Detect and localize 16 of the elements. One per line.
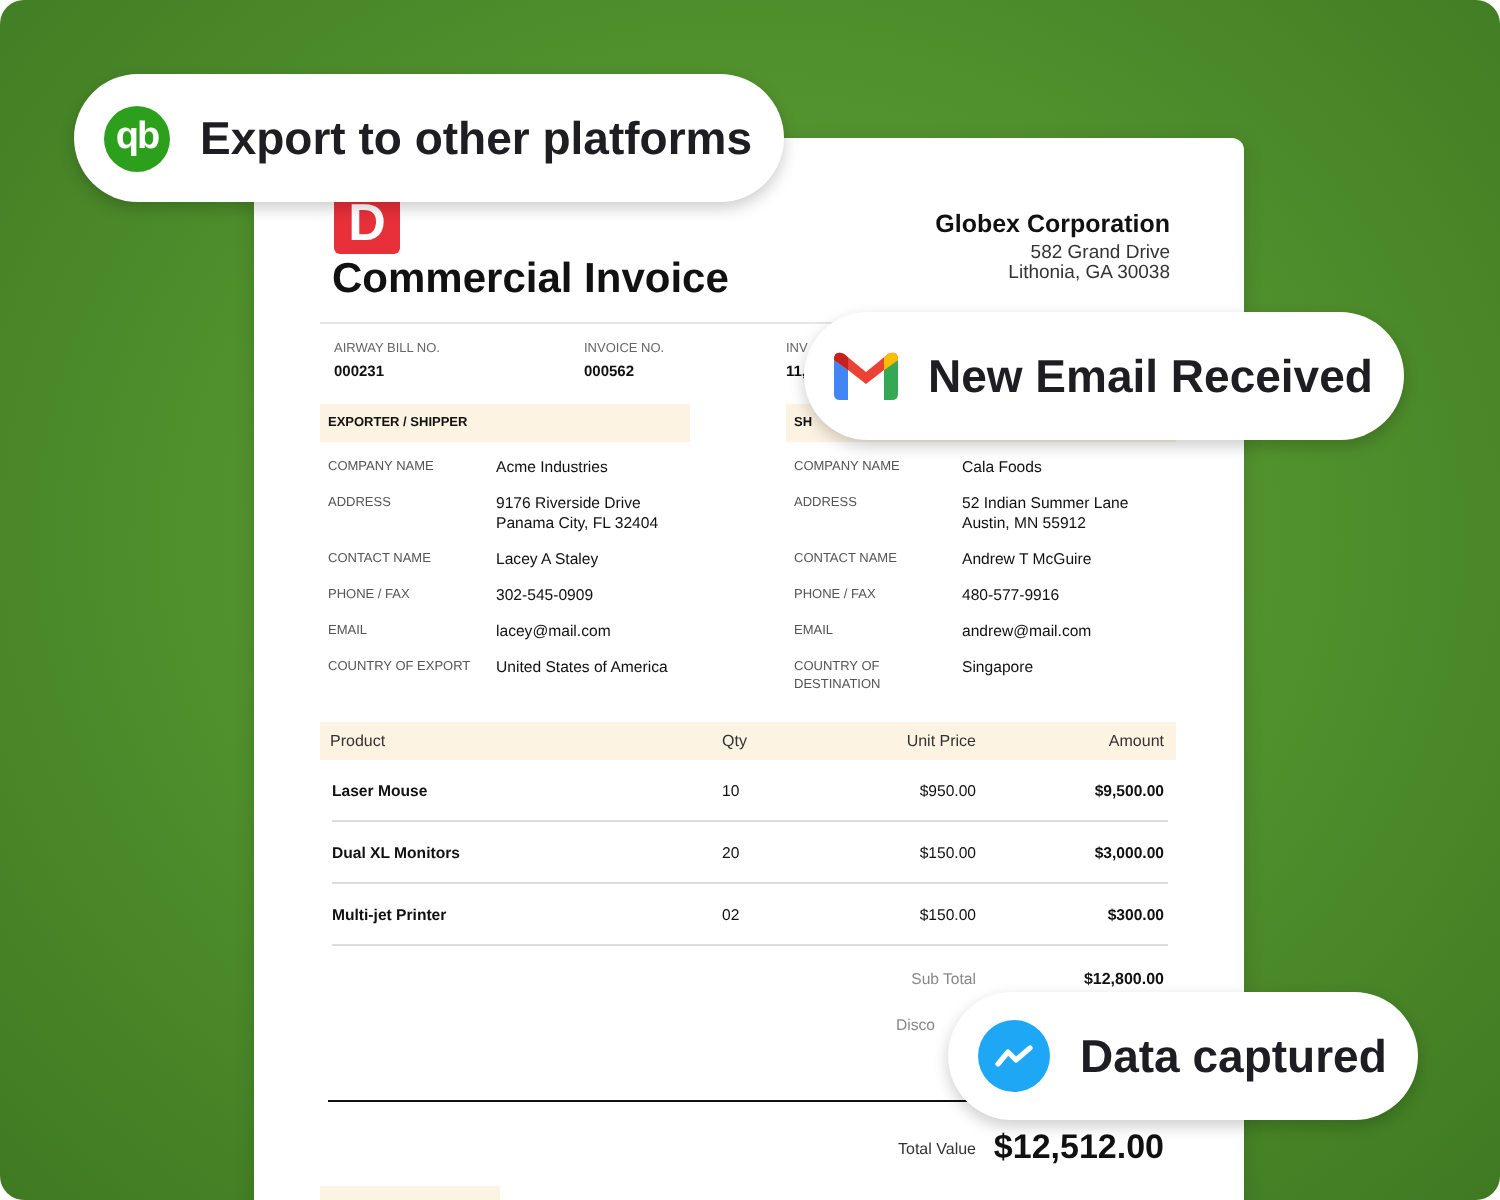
app-logo-icon: qb bbox=[104, 105, 170, 171]
total-label: Total Value bbox=[896, 1139, 976, 1157]
notification-text: Export to other platforms bbox=[200, 111, 753, 165]
column-header: Unit Price bbox=[904, 732, 976, 750]
chart-icon bbox=[978, 1020, 1050, 1092]
total-amount: $12,800.00 bbox=[1081, 970, 1164, 988]
notification-text: New Email Received bbox=[928, 349, 1373, 403]
mail-icon bbox=[834, 352, 898, 400]
grand-total: $12,512.00 bbox=[991, 1128, 1164, 1168]
column-header: Amount bbox=[1106, 732, 1164, 750]
notification-text: Data captured bbox=[1080, 1029, 1387, 1083]
company-name: Globex Corporation bbox=[935, 210, 1170, 238]
column-header: Qty bbox=[722, 732, 749, 750]
company-address: 582 Grand Drive Lithonia, GA 30038 bbox=[1006, 244, 1170, 284]
column-header: Product bbox=[330, 732, 388, 750]
invoice-title: Commercial Invoice bbox=[332, 256, 729, 304]
